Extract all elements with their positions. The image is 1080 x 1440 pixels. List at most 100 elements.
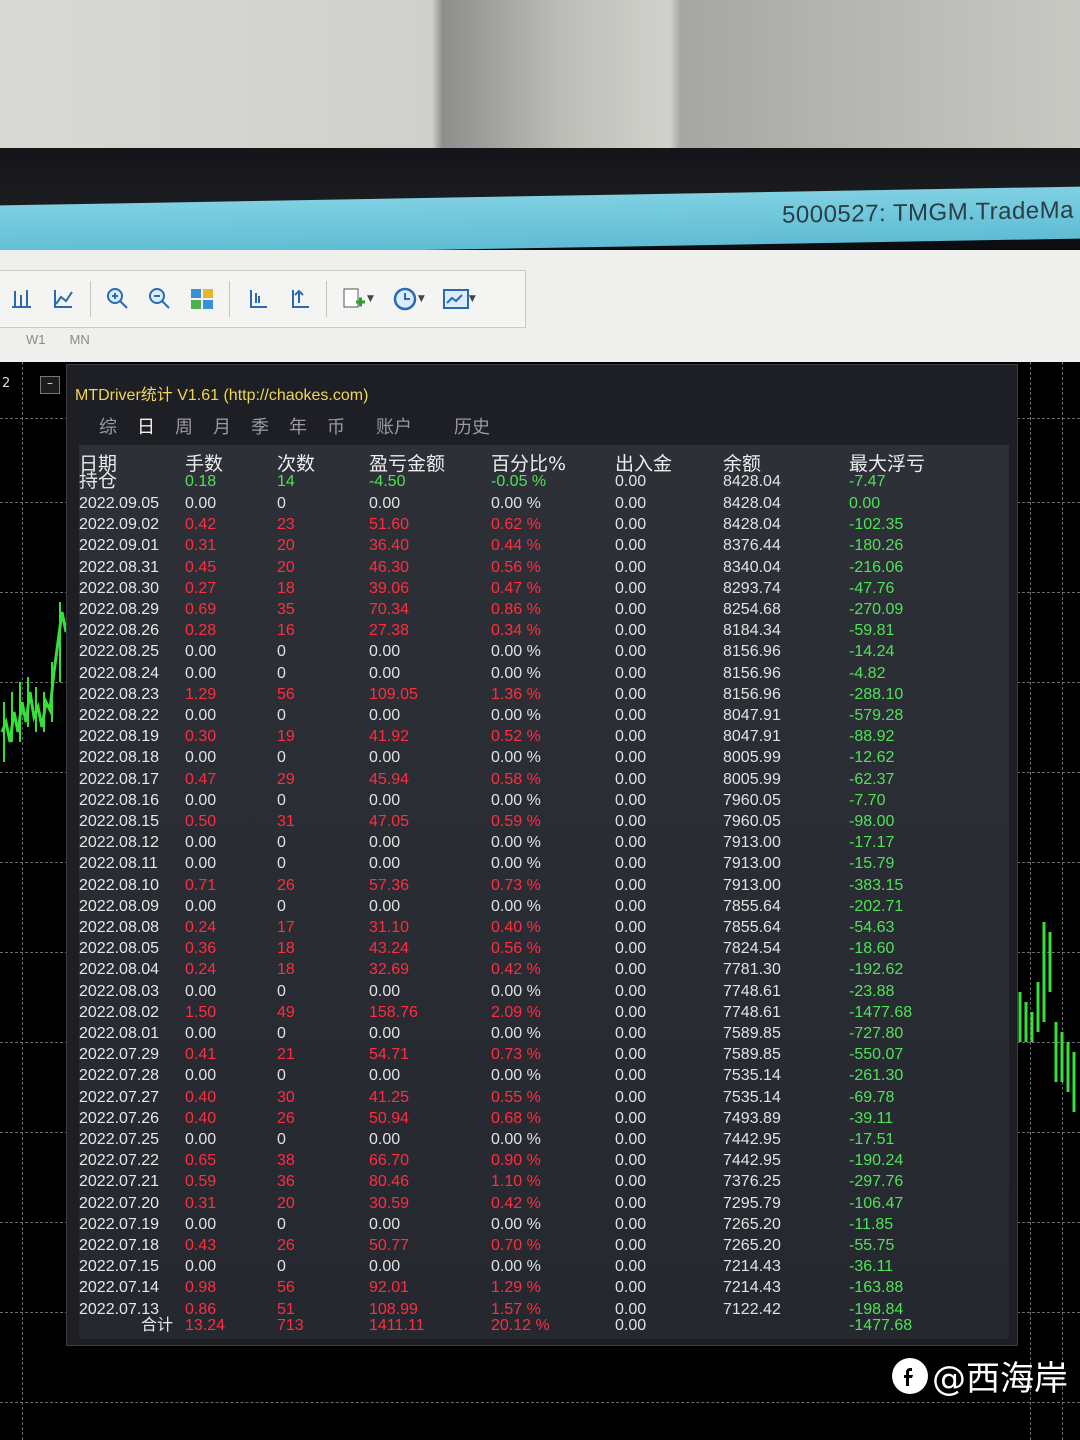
cell-deposit: 0.00 bbox=[615, 834, 647, 852]
cell-max-float: -190.24 bbox=[849, 1152, 904, 1170]
cell-pnl: 0.00 bbox=[369, 707, 401, 724]
tab-quarter[interactable]: 季 bbox=[241, 413, 279, 439]
chevron-down-icon[interactable]: ▼ bbox=[418, 294, 425, 304]
cell-balance: 7913.00 bbox=[723, 876, 781, 894]
cell-balance: 8005.99 bbox=[723, 770, 781, 788]
cell-date: 2022.07.19 bbox=[79, 1215, 160, 1233]
cell-pnl: 80.46 bbox=[369, 1173, 410, 1191]
cell-max-float: -261.30 bbox=[849, 1067, 904, 1085]
cell-pct: 0.00 % bbox=[491, 834, 541, 852]
cell-pct: 0.34 % bbox=[491, 622, 541, 640]
cell-lots: 0.41 bbox=[185, 1046, 217, 1064]
cell-lots: 0.40 bbox=[185, 1088, 217, 1106]
line-chart-icon[interactable] bbox=[42, 278, 84, 320]
cell-balance: 7913.00 bbox=[723, 834, 781, 852]
period-mn[interactable]: MN bbox=[70, 332, 90, 356]
toolbar: ▼ ▼ ▼ W1 MN bbox=[0, 250, 1080, 362]
cell-count: 0 bbox=[277, 643, 286, 661]
tile-windows-icon[interactable] bbox=[181, 278, 223, 320]
cell-count: 17 bbox=[277, 919, 295, 936]
tab-month[interactable]: 月 bbox=[203, 413, 241, 439]
cell-pct: 0.00 % bbox=[491, 707, 541, 724]
cell-pct: 0.00 % bbox=[491, 495, 541, 512]
cell-max-float: -12.62 bbox=[849, 749, 895, 767]
cell-date: 2022.07.26 bbox=[79, 1109, 160, 1127]
cell-pnl: 36.40 bbox=[369, 537, 410, 555]
cell-date: 2022.07.21 bbox=[79, 1173, 160, 1191]
cell-pnl: 57.36 bbox=[369, 876, 410, 894]
table-row: 2022.09.01 0.31 20 36.40 0.44 % 0.00 8376.44 -1… bbox=[79, 535, 999, 556]
cell-balance: 8156.96 bbox=[723, 685, 781, 703]
cell-max-float: -14.24 bbox=[849, 643, 895, 661]
cell-pnl: 0.00 bbox=[369, 1131, 401, 1148]
period-w1[interactable]: W1 bbox=[26, 332, 46, 356]
cell-count: 31 bbox=[277, 813, 295, 830]
cell-max-float: -11.85 bbox=[849, 1215, 894, 1233]
cell-max-float: -163.88 bbox=[849, 1279, 904, 1297]
cell-date: 2022.07.14 bbox=[79, 1279, 160, 1297]
cell-pct: 1.29 % bbox=[491, 1279, 541, 1297]
cell-pnl: 39.06 bbox=[369, 579, 410, 597]
cell-date: 2022.08.02 bbox=[79, 1003, 160, 1021]
cell-max-float: -47.76 bbox=[849, 579, 895, 597]
cell-balance: 8156.96 bbox=[723, 664, 781, 682]
cell-balance: 8293.74 bbox=[723, 579, 781, 597]
cell-pnl: 51.60 bbox=[369, 516, 410, 534]
cell-pct: 0.00 % bbox=[491, 1258, 541, 1276]
cell-lots: 0.47 bbox=[185, 770, 217, 788]
table-row: 2022.08.05 0.36 18 43.24 0.56 % 0.00 7824.54 -1… bbox=[79, 938, 999, 959]
cell-date: 2022.08.19 bbox=[79, 728, 160, 746]
cell-date: 2022.08.29 bbox=[79, 601, 160, 618]
bar-chart-icon[interactable] bbox=[0, 278, 42, 320]
cell-date: 2022.07.28 bbox=[79, 1067, 160, 1085]
tab-year[interactable]: 年 bbox=[279, 413, 317, 439]
table-row: 2022.08.12 0.00 0 0.00 0.00 % 0.00 7913.00 -17.… bbox=[79, 832, 999, 853]
cell-deposit: 0.00 bbox=[615, 1067, 647, 1085]
cell-date: 2022.08.31 bbox=[79, 558, 160, 576]
zoom-in-icon[interactable] bbox=[97, 278, 139, 320]
cell-lots: 0.28 bbox=[185, 622, 217, 640]
table-row: 2022.08.16 0.00 0 0.00 0.00 % 0.00 7960.05 -7.7… bbox=[79, 790, 999, 811]
cell-count: 26 bbox=[277, 1109, 295, 1127]
cell-pnl: 27.38 bbox=[369, 622, 410, 640]
cell-max-float: -288.10 bbox=[849, 685, 904, 703]
chart-window-index: 2 bbox=[2, 376, 11, 391]
cell-lots: 1.50 bbox=[185, 1003, 217, 1021]
cell-count: 0 bbox=[277, 982, 286, 1000]
tab-currency[interactable]: 币 bbox=[317, 413, 355, 439]
chart-shift-icon[interactable] bbox=[236, 278, 278, 320]
cell-count: 0 bbox=[277, 855, 286, 873]
cell-balance: 7214.43 bbox=[723, 1279, 781, 1297]
cell-balance: 7442.95 bbox=[723, 1131, 781, 1148]
zoom-out-icon[interactable] bbox=[139, 278, 181, 320]
cell-max-float: -54.63 bbox=[849, 919, 895, 936]
tab-history[interactable]: 历史 bbox=[433, 413, 511, 439]
cell-pct: 0.73 % bbox=[491, 1046, 541, 1064]
cell-pct: 0.55 % bbox=[491, 1088, 541, 1106]
table-row: 2022.08.04 0.24 18 32.69 0.42 % 0.00 7781.30 -1… bbox=[79, 959, 999, 980]
cell-pct: 0.42 % bbox=[491, 1194, 541, 1212]
cell-pnl: 31.10 bbox=[369, 919, 410, 936]
cell-balance: 8340.04 bbox=[723, 558, 781, 576]
tab-week[interactable]: 周 bbox=[165, 413, 203, 439]
minimize-button[interactable]: – bbox=[40, 376, 60, 394]
cell-pct: 0.42 % bbox=[491, 961, 541, 979]
table-row: 2022.09.05 0.00 0 0.00 0.00 % 0.00 8428.04 0.00 bbox=[79, 493, 999, 514]
tab-day[interactable]: 日 bbox=[127, 413, 165, 439]
cell-max-float: -383.15 bbox=[849, 876, 904, 894]
cell-date: 2022.08.24 bbox=[79, 664, 160, 682]
auto-scroll-icon[interactable] bbox=[278, 278, 320, 320]
table-row: 2022.08.09 0.00 0 0.00 0.00 % 0.00 7855.64 -202… bbox=[79, 896, 999, 917]
chevron-down-icon[interactable]: ▼ bbox=[469, 294, 476, 304]
price-candles-right bbox=[1012, 922, 1076, 1112]
cell-pnl: 32.69 bbox=[369, 961, 410, 979]
cell-count: 26 bbox=[277, 876, 295, 894]
table-row: 2022.08.30 0.27 18 39.06 0.47 % 0.00 8293.74 -4… bbox=[79, 578, 999, 599]
cell-lots: 0.69 bbox=[185, 601, 217, 618]
cell-deposit: 0.00 bbox=[615, 622, 647, 640]
cell-pct: 0.00 % bbox=[491, 982, 541, 1000]
tab-summary[interactable]: 综 bbox=[89, 413, 127, 439]
tab-account[interactable]: 账户 bbox=[355, 413, 433, 439]
chevron-down-icon[interactable]: ▼ bbox=[367, 294, 374, 304]
cell-pnl: 50.94 bbox=[369, 1109, 410, 1127]
